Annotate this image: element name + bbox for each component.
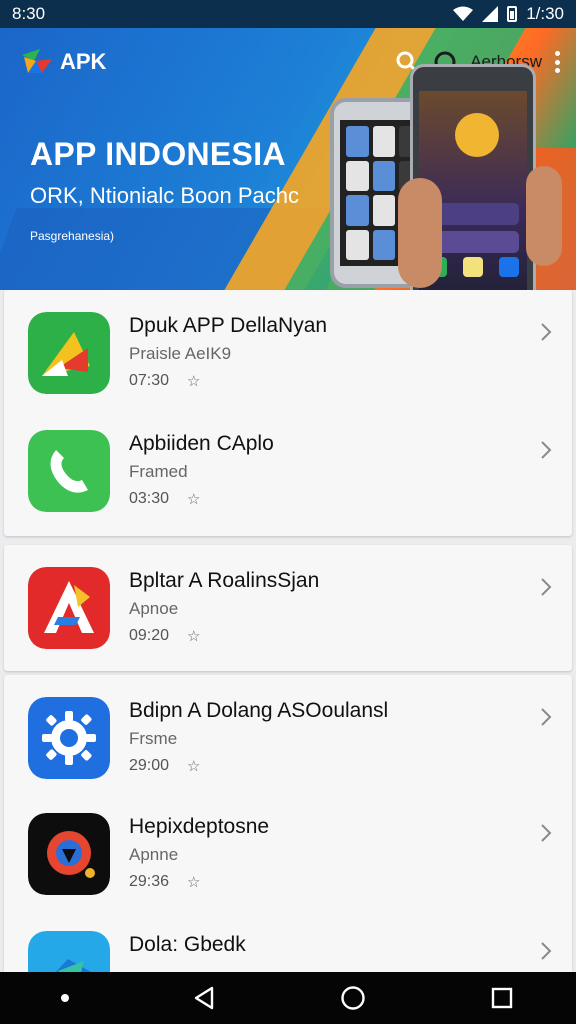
hero-subtitle: ORK, Ntionialc Boon Pachc: [30, 183, 300, 208]
app-name: Hepixdeptosne: [129, 815, 270, 838]
hero-title: APP INDONESIA: [30, 136, 286, 172]
app-subtitle: Praisle AeIK9: [129, 344, 232, 363]
star-icon: ☆: [187, 491, 201, 508]
home-icon[interactable]: [340, 985, 366, 1011]
app-icon-red-a: [28, 567, 110, 649]
app-time: 29:00: [129, 757, 170, 774]
app-time: 09:20: [129, 627, 170, 644]
list-item[interactable]: Bdipn A Dolang ASOoulansl Frsme 29:00 ☆: [4, 675, 572, 785]
app-icon-phone: [28, 430, 110, 512]
app-name: Bdipn A Dolang ASOoulansl: [129, 699, 389, 722]
signal-icon: [482, 6, 499, 22]
more-vert-icon[interactable]: [554, 51, 560, 73]
star-icon: ☆: [187, 758, 201, 775]
list-item[interactable]: Bpltar A RoalinsSjan Apnoe 09:20 ☆: [4, 545, 572, 655]
apk-logo-icon: [22, 49, 52, 73]
app-icon-black-swirl: [28, 813, 110, 895]
app-meta: 29:00 ☆: [129, 757, 201, 775]
app-name: Dpuk APP DellaNyan: [129, 314, 328, 337]
recents-icon[interactable]: [489, 985, 515, 1011]
chevron-right-icon: [541, 708, 552, 726]
app-name: Dola: Gbedk: [129, 933, 246, 956]
chevron-right-icon: [541, 824, 552, 842]
status-time-left: 8:30: [12, 4, 46, 23]
list-card: Dpuk APP DellaNyan Praisle AeIK9 07:30 ☆…: [4, 290, 572, 536]
status-time-right: 1/:30: [526, 4, 564, 23]
chevron-right-icon: [541, 323, 552, 341]
brand-label: APK: [60, 49, 107, 74]
list-item[interactable]: Dpuk APP DellaNyan Praisle AeIK9 07:30 ☆: [4, 290, 572, 400]
app-icon-green-triangle: [28, 312, 110, 394]
star-icon: ☆: [187, 373, 201, 390]
app-name: Bpltar A RoalinsSjan: [129, 569, 320, 592]
status-bar: 8:30 1/:30: [0, 0, 576, 28]
star-icon: ☆: [187, 874, 201, 891]
list-card: Bpltar A RoalinsSjan Apnoe 09:20 ☆: [4, 545, 572, 671]
app-time: 07:30: [129, 372, 170, 389]
hand-illustration: [398, 178, 442, 288]
chevron-right-icon: [541, 942, 552, 960]
battery-icon: [507, 6, 518, 22]
app-subtitle: Framed: [129, 462, 188, 481]
list-item[interactable]: Hepixdeptosne Apnne 29:36 ☆: [4, 791, 572, 901]
back-icon[interactable]: [192, 985, 218, 1011]
app-list: Dpuk APP DellaNyan Praisle AeIK9 07:30 ☆…: [0, 290, 576, 1013]
chevron-right-icon: [541, 578, 552, 596]
chevron-right-icon: [541, 441, 552, 459]
screen: 8:30 1/:30 APK Aerhorsw APP INDONESIA OR…: [0, 0, 576, 1024]
app-subtitle: Frsme: [129, 729, 178, 748]
app-meta: 03:30 ☆: [129, 490, 201, 508]
wifi-icon: [453, 6, 474, 21]
hand-illustration: [526, 166, 562, 266]
hero-caption: Pasgrehanesia): [30, 229, 115, 243]
app-time: 03:30: [129, 490, 170, 507]
star-icon: ☆: [187, 628, 201, 645]
app-icon-gear: [28, 697, 110, 779]
list-item[interactable]: Apbiiden CAplo Framed 03:30 ☆: [4, 408, 572, 518]
hero-banner: APK Aerhorsw APP INDONESIA ORK, Ntionial…: [0, 28, 576, 290]
status-icons: 1/:30: [453, 4, 564, 24]
list-card: Bdipn A Dolang ASOoulansl Frsme 29:00 ☆ …: [4, 675, 572, 1013]
app-meta: 07:30 ☆: [129, 372, 201, 390]
app-name: Apbiiden CAplo: [129, 432, 274, 455]
brand[interactable]: APK: [20, 47, 106, 77]
app-subtitle: Apnoe: [129, 599, 179, 618]
system-nav-bar: [0, 972, 576, 1024]
nav-indicator-dot: [61, 994, 70, 1002]
app-time: 29:36: [129, 873, 170, 890]
app-subtitle: Apnne: [129, 845, 179, 864]
app-meta: 09:20 ☆: [129, 627, 201, 645]
app-meta: 29:36 ☆: [129, 873, 201, 891]
